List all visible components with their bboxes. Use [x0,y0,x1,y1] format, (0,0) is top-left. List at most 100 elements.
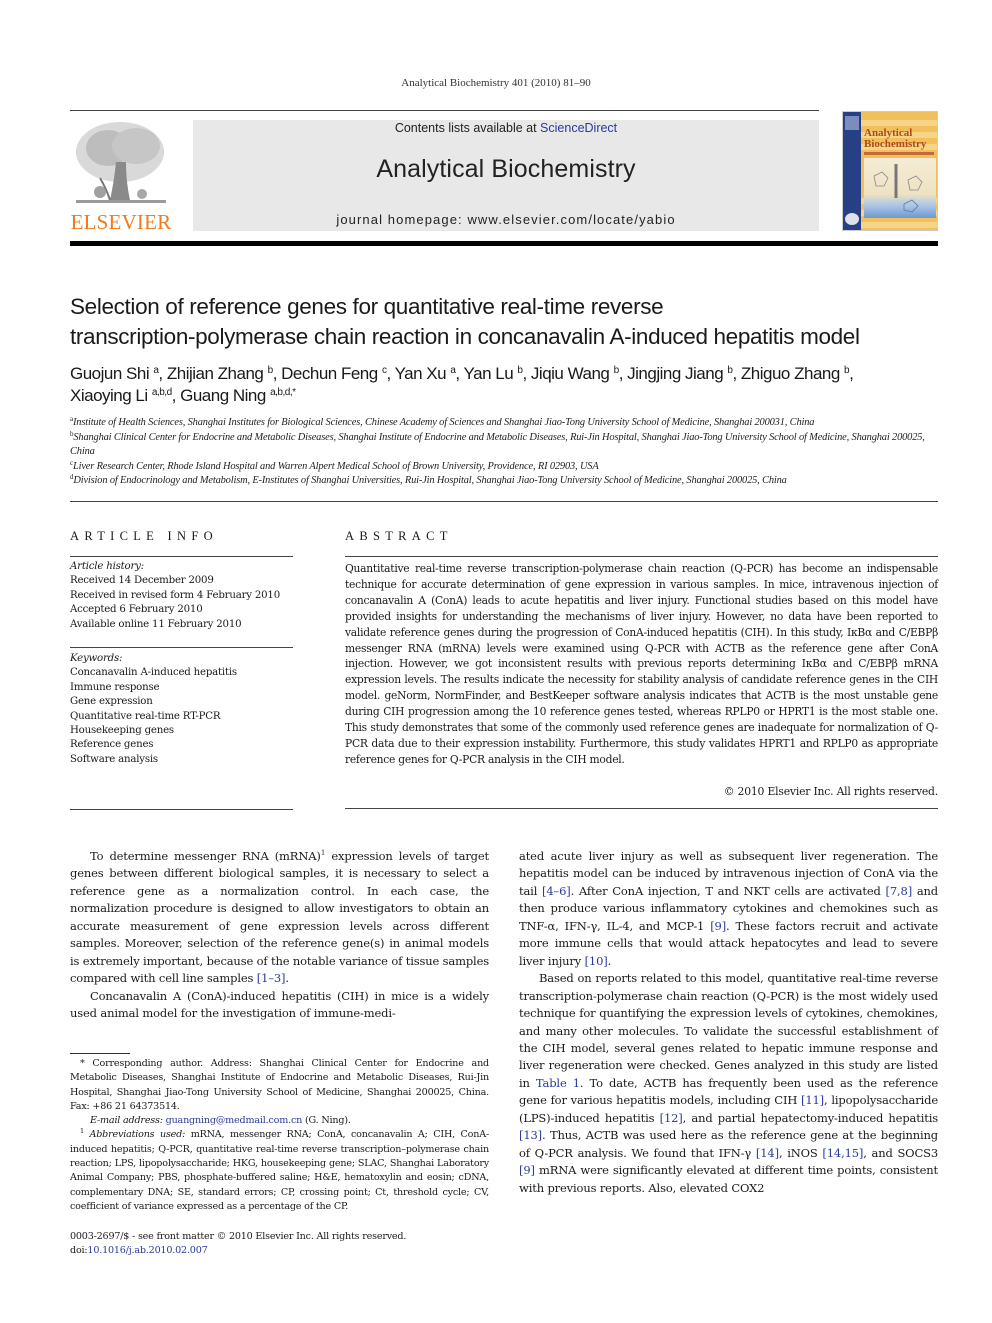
affiliation-text: Institute of Health Sciences, Shanghai I… [72,417,815,428]
keywords: Keywords: Concanavalin A-induced hepatit… [70,652,300,767]
abbreviations-label: Abbreviations used: [89,1129,186,1141]
citation-link[interactable]: [1–3] [257,971,286,985]
article-title: Selection of reference genes for quantit… [70,292,950,352]
text: mRNA were significantly elevated at diff… [519,1163,938,1195]
keyword-item: Reference genes [70,739,154,751]
affiliation-item: aInstitute of Health Sciences, Shanghai … [70,416,950,431]
keyword-item: Quantitative real-time RT-PCR [70,710,221,722]
cover-publisher-logo-icon [845,116,859,130]
citation-link[interactable]: [13] [519,1128,542,1142]
author-separator: , [849,364,854,383]
author-list: Guojun Shi a, Zhijian Zhang b, Dechun Fe… [70,363,950,407]
abstract-heading: ABSTRACT [345,529,453,543]
history-label: Article history: [70,561,144,572]
author[interactable]: Yan Xu a [395,364,456,383]
keyword-item: Immune response [70,681,160,693]
keyword-item: Housekeeping genes [70,725,174,737]
footnote-corresponding: * Corresponding author. Address: Shangha… [70,1057,489,1114]
affiliation-text: Division of Endocrinology and Metabolism… [73,475,787,486]
citation-link[interactable]: [12] [660,1111,683,1125]
journal-homepage-link[interactable]: journal homepage: www.elsevier.com/locat… [193,212,819,227]
citation-link[interactable]: [9] [710,919,726,933]
affiliation-text: Shanghai Clinical Center for Endocrine a… [70,431,925,458]
journal-cover-image[interactable]: Analytical Biochemistry [842,111,938,231]
title-line-1: Selection of reference genes for quantit… [70,294,664,319]
author-name: Xiaoying Li [70,386,148,405]
paragraph: Based on reports related to this model, … [519,970,938,1197]
author-name: Guang Ning [180,386,266,405]
footnotes: * Corresponding author. Address: Shangha… [70,1057,489,1214]
citation-link[interactable]: [4–6] [542,884,571,898]
journal-title: Analytical Biochemistry [376,155,636,183]
citation-link[interactable]: [14] [756,1146,779,1160]
author[interactable]: Jiqiu Wang b [531,364,619,383]
title-line-2: transcription-polymerase chain reaction … [70,324,860,349]
abstract-copyright: © 2010 Elsevier Inc. All rights reserved… [723,785,938,798]
divider [70,809,293,810]
author-name: Dechun Feng [281,364,378,383]
author-separator: , [386,364,395,383]
elsevier-wordmark: ELSEVIER [70,210,172,234]
citation-link[interactable]: [7,8] [886,884,913,898]
affiliation-marker[interactable]: a,b,d [152,387,172,398]
citation-link[interactable]: [9] [519,1163,535,1177]
author[interactable]: Zhiguo Zhang b [741,364,850,383]
contents-prefix: Contents lists available at [394,121,541,135]
keyword-item: Software analysis [70,753,158,765]
paragraph: To determine messenger RNA (mRNA)1 expre… [70,848,489,988]
author-separator: , [522,364,531,383]
author-name: Guojun Shi [70,364,150,383]
author-name: Yan Xu [394,364,447,383]
email-link[interactable]: guangning@medmail.com.cn [166,1115,303,1126]
cover-molecule-illustration [864,158,936,218]
affiliation-marker[interactable]: a,b,d,* [270,387,296,398]
body-column-left: To determine messenger RNA (mRNA)1 expre… [70,848,489,1023]
citation-link[interactable]: [14,15] [822,1146,863,1160]
doi-link[interactable]: 10.1016/j.ab.2010.02.007 [87,1245,207,1256]
footnote-mark: 1 [80,1127,84,1136]
text: mRNA, messenger RNA; ConA, concanavalin … [70,1129,490,1212]
footnote-rule [70,1053,130,1054]
author[interactable]: Dechun Feng c [281,364,387,383]
affiliation-text: Liver Research Center, Rhode Island Hosp… [72,460,599,472]
divider [345,556,938,557]
author[interactable]: Xiaoying Li a,b,d [70,386,172,405]
author[interactable]: Guang Ning a,b,d,* [180,386,296,405]
abstract-text: Quantitative real-time reverse transcrip… [345,562,938,766]
cover-stripe [861,120,937,126]
header-thick-rule [70,241,938,246]
sciencedirect-link[interactable]: ScienceDirect [540,121,617,135]
author[interactable]: Guojun Shi a [70,364,159,383]
history-item: Accepted 6 February 2010 [70,604,203,616]
text: To determine messenger RNA (mRNA) [90,849,321,863]
affiliations: aInstitute of Health Sciences, Shanghai … [70,416,950,489]
history-item: Received 14 December 2009 [70,575,214,587]
contents-line: Contents lists available at ScienceDirec… [193,121,819,135]
text: . After ConA injection, T and NKT cells … [570,883,886,898]
cover-title: Analytical Biochemistry [864,128,926,150]
text: . [285,971,289,986]
email-label: E-mail address: [90,1115,163,1127]
divider [70,556,293,557]
affiliation-item: bShanghai Clinical Center for Endocrine … [70,430,950,460]
author[interactable]: Jingjing Jiang b [627,364,733,383]
author-separator: , [732,364,741,383]
keywords-label: Keywords: [70,653,123,664]
table-link[interactable]: Table 1 [536,1076,580,1090]
keyword-item: Gene expression [70,696,153,708]
author[interactable]: Yan Lu b [464,364,523,383]
citation-link[interactable]: [10] [585,954,608,968]
author[interactable]: Zhijian Zhang b [167,364,273,383]
author-separator: , [455,364,464,383]
history-item: Received in revised form 4 February 2010 [70,589,280,601]
citation-link[interactable]: [11] [801,1093,824,1107]
footnote-email: E-mail address: guangning@medmail.com.cn… [70,1114,489,1128]
text: Based on reports related to this model, … [519,971,938,1090]
author-separator: , [272,364,282,383]
text: , and partial hepatectomy-induced hepati… [682,1110,939,1125]
divider [70,647,293,648]
cover-society-emblem-icon [845,213,859,225]
author-name: Zhijian Zhang [166,364,264,383]
text: , iNOS [778,1145,823,1160]
front-matter: 0003-2697/$ - see front matter © 2010 El… [70,1230,500,1258]
